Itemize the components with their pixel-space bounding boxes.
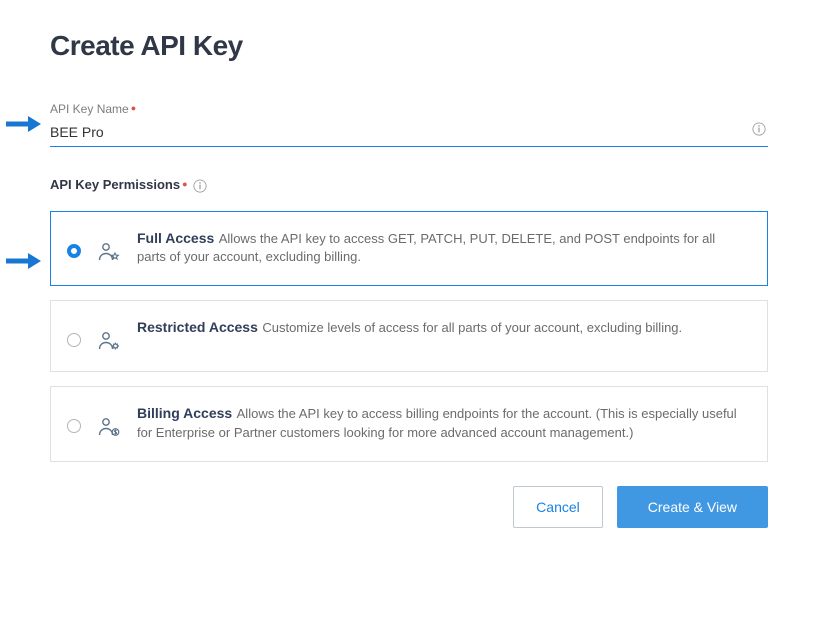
user-star-icon (97, 240, 121, 264)
form-buttons: Cancel Create & View (50, 486, 768, 528)
option-desc: Customize levels of access for all parts… (262, 320, 682, 335)
info-icon[interactable] (752, 122, 766, 136)
annotation-arrow-icon (6, 252, 42, 270)
option-title: Billing Access (137, 405, 232, 421)
user-dollar-icon (97, 415, 121, 439)
permissions-label: API Key Permissions● (50, 177, 768, 193)
option-title: Full Access (137, 230, 214, 246)
info-icon[interactable] (193, 179, 207, 193)
cancel-button[interactable]: Cancel (513, 486, 603, 528)
api-key-name-input[interactable] (50, 120, 768, 146)
required-indicator: ● (131, 103, 136, 113)
radio-input[interactable] (67, 244, 81, 258)
option-title: Restricted Access (137, 319, 258, 335)
create-view-button[interactable]: Create & View (617, 486, 768, 528)
user-gear-icon (97, 329, 121, 353)
required-indicator: ● (182, 179, 187, 189)
api-key-name-label: API Key Name● (50, 102, 768, 116)
api-key-name-field: API Key Name● (50, 102, 768, 147)
annotation-arrow-icon (6, 115, 42, 133)
radio-input[interactable] (67, 333, 81, 347)
option-restricted-access[interactable]: Restricted Access Customize levels of ac… (50, 300, 768, 372)
option-billing-access[interactable]: Billing Access Allows the API key to acc… (50, 386, 768, 462)
option-desc: Allows the API key to access GET, PATCH,… (137, 231, 715, 265)
radio-input[interactable] (67, 419, 81, 433)
option-full-access[interactable]: Full Access Allows the API key to access… (50, 211, 768, 287)
permissions-options: Full Access Allows the API key to access… (50, 211, 768, 462)
page-title: Create API Key (50, 30, 768, 62)
